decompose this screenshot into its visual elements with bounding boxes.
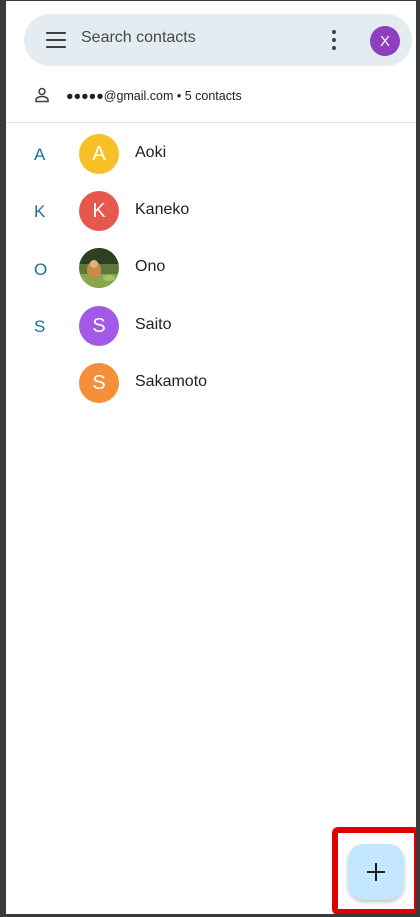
contact-name: Saito xyxy=(135,316,172,333)
search-input[interactable]: Search contacts xyxy=(81,29,196,47)
contact-row-ono[interactable]: Ono xyxy=(6,248,416,304)
contact-name: Kaneko xyxy=(135,201,190,218)
account-avatar[interactable]: X xyxy=(370,26,400,56)
divider xyxy=(6,122,416,123)
contact-row-kaneko[interactable]: K Kaneko xyxy=(6,191,416,247)
contact-row-aoki[interactable]: A Aoki xyxy=(6,134,416,190)
add-contact-button[interactable] xyxy=(348,844,404,900)
contact-row-saito[interactable]: S Saito xyxy=(6,306,416,362)
account-row[interactable]: ●●●●●@gmail.com • 5 contacts xyxy=(6,79,416,121)
contact-photo xyxy=(79,248,119,288)
plus-icon xyxy=(367,863,385,881)
contact-name: Aoki xyxy=(135,144,167,161)
hamburger-menu-icon[interactable] xyxy=(46,32,66,48)
account-summary: ●●●●●@gmail.com • 5 contacts xyxy=(66,89,242,103)
contact-avatar: K xyxy=(79,191,119,231)
contact-avatar: S xyxy=(79,363,119,403)
more-vert-icon[interactable] xyxy=(326,30,342,50)
contact-name: Sakamoto xyxy=(135,373,208,390)
contact-avatar: A xyxy=(79,134,119,174)
contact-row-sakamoto[interactable]: S Sakamoto xyxy=(6,363,416,419)
contact-avatar: S xyxy=(79,306,119,346)
contacts-screen: Search contacts X ●●●●●@gmail.com • 5 co… xyxy=(0,0,420,917)
search-bar[interactable]: Search contacts X xyxy=(24,14,412,66)
person-outline-icon xyxy=(35,87,49,103)
contact-name: Ono xyxy=(135,258,166,275)
